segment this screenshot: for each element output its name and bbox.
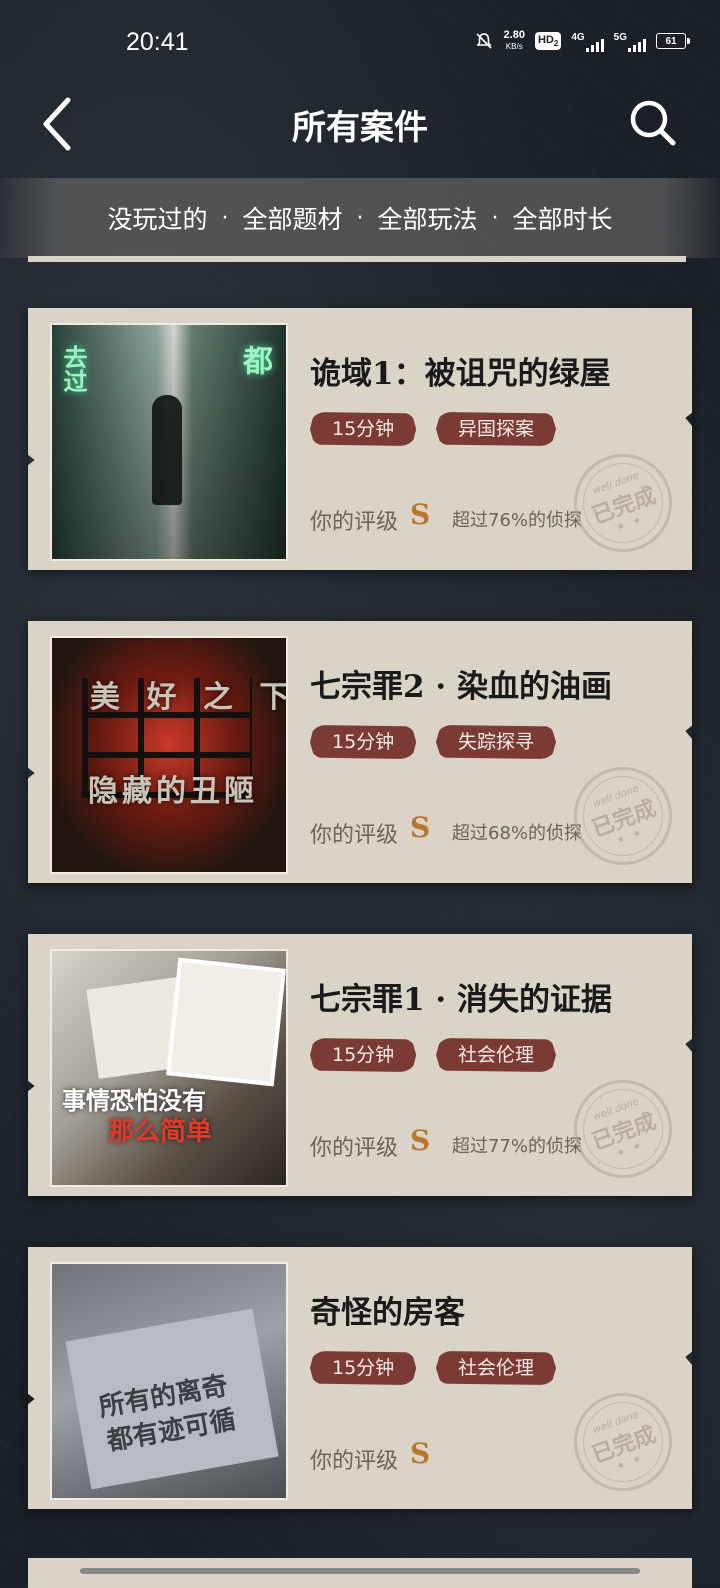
cover-figure (152, 395, 182, 505)
stamp-stars: ★ ★ (615, 513, 646, 533)
status-bar: 20:41 2.80 KB/s HD2 4G 5G 61 (0, 0, 720, 88)
stamp-stars: ★ ★ (615, 826, 646, 846)
status-icons: 2.80 KB/s HD2 4G 5G 61 (474, 30, 690, 52)
duration-tag: 15分钟 (310, 1038, 417, 1072)
duration-tag: 15分钟 (310, 1351, 417, 1385)
stamp-top-text: well done (591, 469, 641, 497)
cover-photo (166, 957, 286, 1087)
cover-text: 都 (237, 345, 272, 375)
signal-4g-icon: 4G (571, 31, 604, 52)
network-speed-value: 2.80 (503, 29, 525, 41)
stamp-main-text: 已完成 (588, 482, 660, 529)
rank-percentile: 超过68%的侦探 (452, 823, 583, 844)
cover-text-secondary: 那么简单 (108, 1117, 213, 1147)
stamp-top-text: well done (591, 1408, 641, 1436)
filter-genre[interactable]: 全部题材 (242, 200, 342, 236)
previous-card-edge (28, 256, 686, 262)
case-card[interactable]: 都 去过 诡域1：被诅咒的绿屋 15分钟 异国探案 你的评级 S 超过76%的侦… (28, 308, 692, 570)
filter-separator: · (356, 205, 364, 231)
cover-text-secondary: 隐藏的丑陋 (88, 774, 258, 809)
cover-text: 美 好 之 下 (90, 680, 288, 715)
stamp-stars: ★ ★ (615, 1452, 646, 1472)
stamp-top-text: well done (591, 782, 641, 810)
filter-played-status[interactable]: 没玩过的 (107, 200, 207, 236)
case-cover-image: 事情恐怕没有 那么简单 (50, 949, 288, 1187)
rank-percentile: 超过77%的侦探 (452, 1136, 583, 1157)
stamp-main-text: 已完成 (588, 1421, 660, 1468)
signal-4g-label: 4G (571, 31, 585, 43)
case-title: 奇怪的房客 (310, 1295, 465, 1331)
case-cover-image: 都 去过 (50, 323, 288, 561)
hd-label: HD (537, 33, 554, 46)
rating-grade: S (410, 1437, 431, 1470)
case-title: 七宗罪2 · 染血的油画 (310, 669, 612, 705)
rating-label: 你的评级 (310, 823, 399, 848)
stamp-main-text: 已完成 (588, 1108, 660, 1155)
cover-text-secondary: 去过 (59, 345, 87, 393)
completed-stamp-icon: well done 已完成 ★ ★ (560, 440, 686, 566)
stamp-main-text: 已完成 (588, 795, 660, 842)
page-title: 所有案件 (292, 108, 428, 148)
network-speed-unit: KB/s (505, 42, 523, 51)
battery-icon: 61 (656, 33, 690, 49)
rating-grade: S (410, 1124, 431, 1157)
network-speed: 2.80 KB/s (504, 30, 525, 52)
genre-tag: 失踪探寻 (436, 725, 557, 759)
case-card[interactable]: 所有的离奇 都有迹可循 奇怪的房客 15分钟 社会伦理 你的评级 S well … (28, 1247, 692, 1509)
filter-bar: 没玩过的 · 全部题材 · 全部玩法 · 全部时长 (0, 178, 720, 258)
battery-level: 61 (665, 35, 677, 47)
genre-tag: 社会伦理 (436, 1038, 557, 1072)
signal-5g-label: 5G (613, 31, 627, 43)
signal-5g-icon: 5G (614, 31, 646, 52)
status-time: 20:41 (126, 28, 189, 56)
stamp-top-text: well done (591, 1095, 641, 1123)
genre-tag: 社会伦理 (436, 1351, 557, 1385)
rating-label: 你的评级 (310, 1449, 399, 1474)
completed-stamp-icon: well done 已完成 ★ ★ (560, 1379, 686, 1505)
rank-percentile: 超过76%的侦探 (452, 510, 583, 531)
genre-tag: 异国探案 (436, 412, 557, 446)
filter-separator: · (491, 205, 499, 231)
filter-duration[interactable]: 全部时长 (513, 200, 613, 236)
stamp-stars: ★ ★ (615, 1139, 646, 1159)
completed-stamp-icon: well done 已完成 ★ ★ (560, 753, 686, 879)
case-cover-image: 美 好 之 下 隐藏的丑陋 (50, 636, 288, 874)
completed-stamp-icon: well done 已完成 ★ ★ (560, 1066, 686, 1192)
hd-number: 2 (553, 39, 559, 49)
search-icon (630, 100, 676, 146)
duration-tag: 15分钟 (310, 725, 417, 759)
search-button[interactable] (628, 98, 678, 148)
rating-grade: S (410, 811, 431, 844)
duration-tag: 15分钟 (310, 412, 417, 446)
rating-label: 你的评级 (310, 1136, 399, 1161)
case-cover-image: 所有的离奇 都有迹可循 (50, 1262, 288, 1500)
case-title: 诡域1：被诅咒的绿屋 (310, 356, 611, 392)
filter-separator: · (221, 205, 229, 231)
rating-grade: S (410, 498, 431, 531)
case-card[interactable]: 事情恐怕没有 那么简单 七宗罪1 · 消失的证据 15分钟 社会伦理 你的评级 … (28, 934, 692, 1196)
home-indicator[interactable] (80, 1568, 640, 1574)
case-card[interactable]: 美 好 之 下 隐藏的丑陋 七宗罪2 · 染血的油画 15分钟 失踪探寻 你的评… (28, 621, 692, 883)
mute-bell-icon (475, 33, 492, 49)
case-title: 七宗罪1 · 消失的证据 (310, 982, 612, 1018)
hd-badge: HD2 (534, 31, 562, 51)
filter-gameplay[interactable]: 全部玩法 (378, 200, 478, 236)
rating-label: 你的评级 (310, 510, 399, 535)
